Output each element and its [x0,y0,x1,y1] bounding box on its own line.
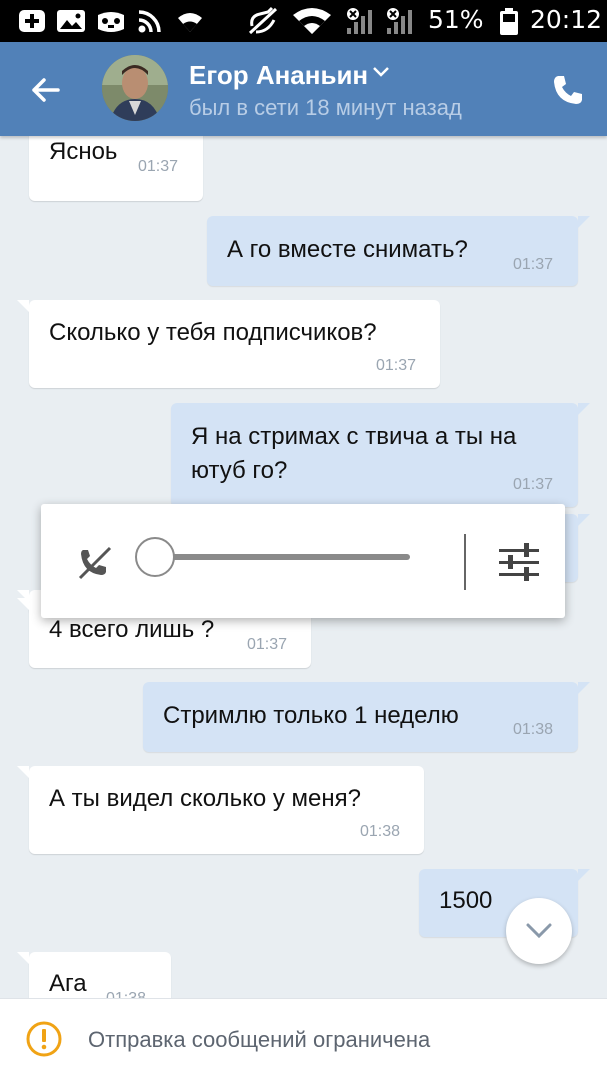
message-text: А го вместе снимать? [227,236,468,263]
plus-icon [18,6,46,36]
message-text-line: Я на стримах с твича а ты на [191,423,517,450]
message-outgoing[interactable]: Я на стримах с твича а ты на ютуб го? 01… [171,403,590,507]
call-button[interactable] [548,70,588,110]
equalizer-settings-icon[interactable] [497,540,541,584]
volume-dialog [41,504,565,618]
rss-icon [137,6,163,36]
message-time: 01:38 [106,990,146,998]
scroll-to-bottom-button[interactable] [506,898,572,964]
message-text: А ты видел сколько у меня? [49,785,361,812]
message-text: Ага [49,970,87,997]
avatar[interactable] [102,55,168,121]
image-icon [56,6,86,36]
message-time: 01:38 [360,823,401,840]
wifi-icon [175,6,205,36]
volume-slider-thumb[interactable] [135,537,175,577]
message-time: 01:38 [513,721,554,738]
restriction-notice: Отправка сообщений ограничена [88,1027,431,1052]
battery-percent: 51% [428,5,484,34]
message-text: Стримлю только 1 неделю [163,702,459,729]
volume-slider-track[interactable] [154,554,410,560]
message-incoming[interactable]: А ты видел сколько у меня? 01:38 [17,766,424,854]
message-incoming[interactable]: Ага 01:38 [17,952,171,998]
message-incoming[interactable]: Ясноь 01:37 [29,136,203,201]
divider [464,534,466,590]
message-time: 01:37 [138,158,179,175]
message-time: 01:37 [247,636,288,653]
arrow-left-icon [32,78,60,102]
contact-name[interactable]: Егор Ананьин [189,60,368,91]
message-incoming[interactable]: Сколько у тебя подписчиков? 01:37 [17,300,440,388]
clock: 20:12 [530,5,603,34]
contact-last-seen: был в сети 18 минут назад [189,95,462,120]
ringer-mute-icon[interactable] [75,542,115,582]
message-outgoing[interactable]: Стримлю только 1 неделю 01:38 [143,682,590,752]
message-time: 01:37 [513,256,554,273]
compose-restricted-bar: Отправка сообщений ограничена [0,998,607,1080]
phone-icon [554,76,582,104]
cell-signal-icon [345,6,377,36]
message-text: 1500 [439,887,493,914]
message-time: 01:37 [513,476,554,493]
game-icon [95,6,127,36]
warning-icon [26,1021,62,1057]
chevron-down-icon[interactable] [372,66,390,78]
chevron-down-icon [526,923,552,939]
back-button[interactable] [26,70,66,110]
battery-icon [498,6,520,36]
message-text: Ясноь [49,138,118,165]
message-text: Сколько у тебя подписчиков? [49,319,377,346]
message-text-line: ютуб го? [191,457,288,484]
wifi-signal-icon [290,6,334,36]
cell-signal-icon [385,6,417,36]
message-outgoing[interactable]: А го вместе снимать? 01:37 [207,216,590,286]
chat-header: Егор Ананьин был в сети 18 минут назад [0,42,607,136]
message-time: 01:37 [376,357,417,374]
mute-icon [246,6,280,36]
status-bar: 51% 20:12 [0,0,607,42]
